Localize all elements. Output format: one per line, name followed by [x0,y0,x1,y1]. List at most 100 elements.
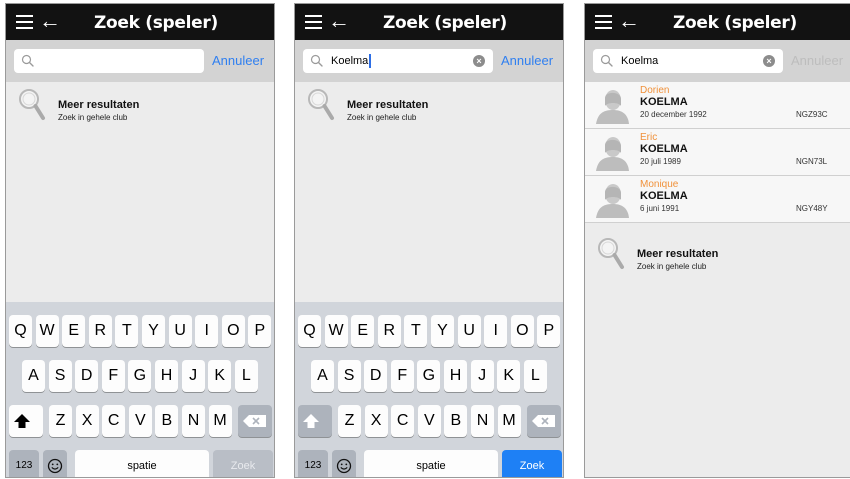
key-y[interactable]: Y [142,315,165,347]
player-result-row[interactable]: Monique KOELMA 6 juni 1991 NGY48Y [585,176,850,223]
key-h[interactable]: H [155,360,178,392]
key-o[interactable]: O [510,315,534,347]
emoji-key[interactable] [332,450,356,477]
key-m[interactable]: M [208,405,232,437]
key-x[interactable]: X [364,405,388,437]
clear-x-icon[interactable]: × [763,55,775,67]
on-screen-keyboard: Q W E R T Y U I O P A S D F G H J K L Z X C V B N M 123 spatie Zoek [295,302,563,477]
person-silhouette-icon [592,133,630,171]
back-arrow-icon[interactable]: ← [39,9,61,33]
key-j[interactable]: J [181,360,205,392]
key-x[interactable]: X [75,405,99,437]
key-q[interactable]: Q [9,315,32,347]
player-birth-date: 6 juni 1991 [640,204,680,213]
player-birth-date: 20 december 1992 [640,110,707,119]
key-f[interactable]: F [101,360,125,392]
key-c[interactable]: C [102,405,126,437]
key-v[interactable]: V [128,405,152,437]
key-k[interactable]: K [497,360,521,392]
key-j[interactable]: J [470,360,494,392]
hamburger-icon[interactable] [595,15,612,29]
key-i[interactable]: I [484,315,508,347]
key-s[interactable]: S [48,360,72,392]
key-l[interactable]: L [234,360,258,392]
backspace-key[interactable] [238,405,272,437]
magnifier-icon [307,88,335,122]
key-g[interactable]: G [128,360,152,392]
screen-search-typed: ← Zoek (speler) Koelma × Annuleer Meer result… [294,3,564,478]
key-t[interactable]: T [115,315,139,347]
key-m[interactable]: M [497,405,521,437]
key-z[interactable]: Z [338,405,361,437]
key-k[interactable]: K [208,360,232,392]
space-key[interactable]: spatie [364,450,498,477]
player-result-row[interactable]: Eric KOELMA 20 juli 1989 NGN73L [585,129,850,176]
key-c[interactable]: C [391,405,415,437]
key-l[interactable]: L [523,360,547,392]
key-i[interactable]: I [195,315,219,347]
cancel-button[interactable]: Annuleer [501,53,553,68]
key-h[interactable]: H [444,360,467,392]
search-value: Koelma [331,55,369,67]
key-o[interactable]: O [221,315,245,347]
player-first-name: Dorien [640,85,670,96]
key-s[interactable]: S [337,360,361,392]
key-b[interactable]: B [155,405,179,437]
key-a[interactable]: A [311,360,334,392]
more-results-item[interactable]: Meer resultaten Zoek in gehele club [6,82,274,130]
key-q[interactable]: Q [298,315,321,347]
key-d[interactable]: D [75,360,99,392]
key-e[interactable]: E [351,315,375,347]
search-input[interactable]: Koelma × [303,49,493,73]
key-t[interactable]: T [404,315,428,347]
key-g[interactable]: G [417,360,441,392]
search-input[interactable] [14,49,204,73]
cancel-button[interactable]: Annuleer [212,53,264,68]
backspace-icon [243,415,266,427]
key-w[interactable]: W [35,315,59,347]
more-results-title: Meer resultaten [347,99,429,111]
clear-x-icon[interactable]: × [473,55,485,67]
player-last-name: KOELMA [640,190,688,202]
key-u[interactable]: U [457,315,481,347]
key-n[interactable]: N [182,405,205,437]
shift-key[interactable] [9,405,43,437]
shift-key[interactable] [298,405,332,437]
search-go-key[interactable]: Zoek [502,450,562,477]
more-results-item[interactable]: Meer resultaten Zoek in gehele club [585,231,850,279]
key-z[interactable]: Z [49,405,72,437]
key-v[interactable]: V [417,405,441,437]
key-y[interactable]: Y [431,315,454,347]
screen-search-empty: ← Zoek (speler) Annuleer Meer resultaten Zoe… [5,3,275,478]
emoji-key[interactable] [43,450,67,477]
key-b[interactable]: B [444,405,468,437]
search-input[interactable]: Koelma × [593,49,783,73]
key-n[interactable]: N [471,405,494,437]
player-first-name: Monique [640,179,679,190]
key-a[interactable]: A [22,360,45,392]
emoji-icon [47,458,63,474]
key-d[interactable]: D [364,360,388,392]
space-key[interactable]: spatie [75,450,209,477]
hamburger-icon[interactable] [16,15,33,29]
numbers-key[interactable]: 123 [298,450,328,477]
key-p[interactable]: P [248,315,272,347]
key-u[interactable]: U [168,315,192,347]
player-result-row[interactable]: Dorien KOELMA 20 december 1992 NGZ93C [585,82,850,129]
player-code: NGY48Y [796,204,828,213]
more-results-item[interactable]: Meer resultaten Zoek in gehele club [295,82,563,130]
cancel-button[interactable]: Annuleer [791,53,843,68]
backspace-key[interactable] [527,405,561,437]
numbers-key[interactable]: 123 [9,450,39,477]
hamburger-icon[interactable] [305,15,322,29]
key-p[interactable]: P [537,315,561,347]
search-go-key[interactable]: Zoek [213,450,273,477]
on-screen-keyboard: Q W E R T Y U I O P A S D F G H J K L Z X C V B N M 123 spatie Zoek [6,302,274,477]
key-r[interactable]: R [377,315,401,347]
back-arrow-icon[interactable]: ← [618,9,640,33]
key-w[interactable]: W [324,315,348,347]
key-e[interactable]: E [62,315,86,347]
key-r[interactable]: R [88,315,112,347]
back-arrow-icon[interactable]: ← [328,9,350,33]
key-f[interactable]: F [390,360,414,392]
